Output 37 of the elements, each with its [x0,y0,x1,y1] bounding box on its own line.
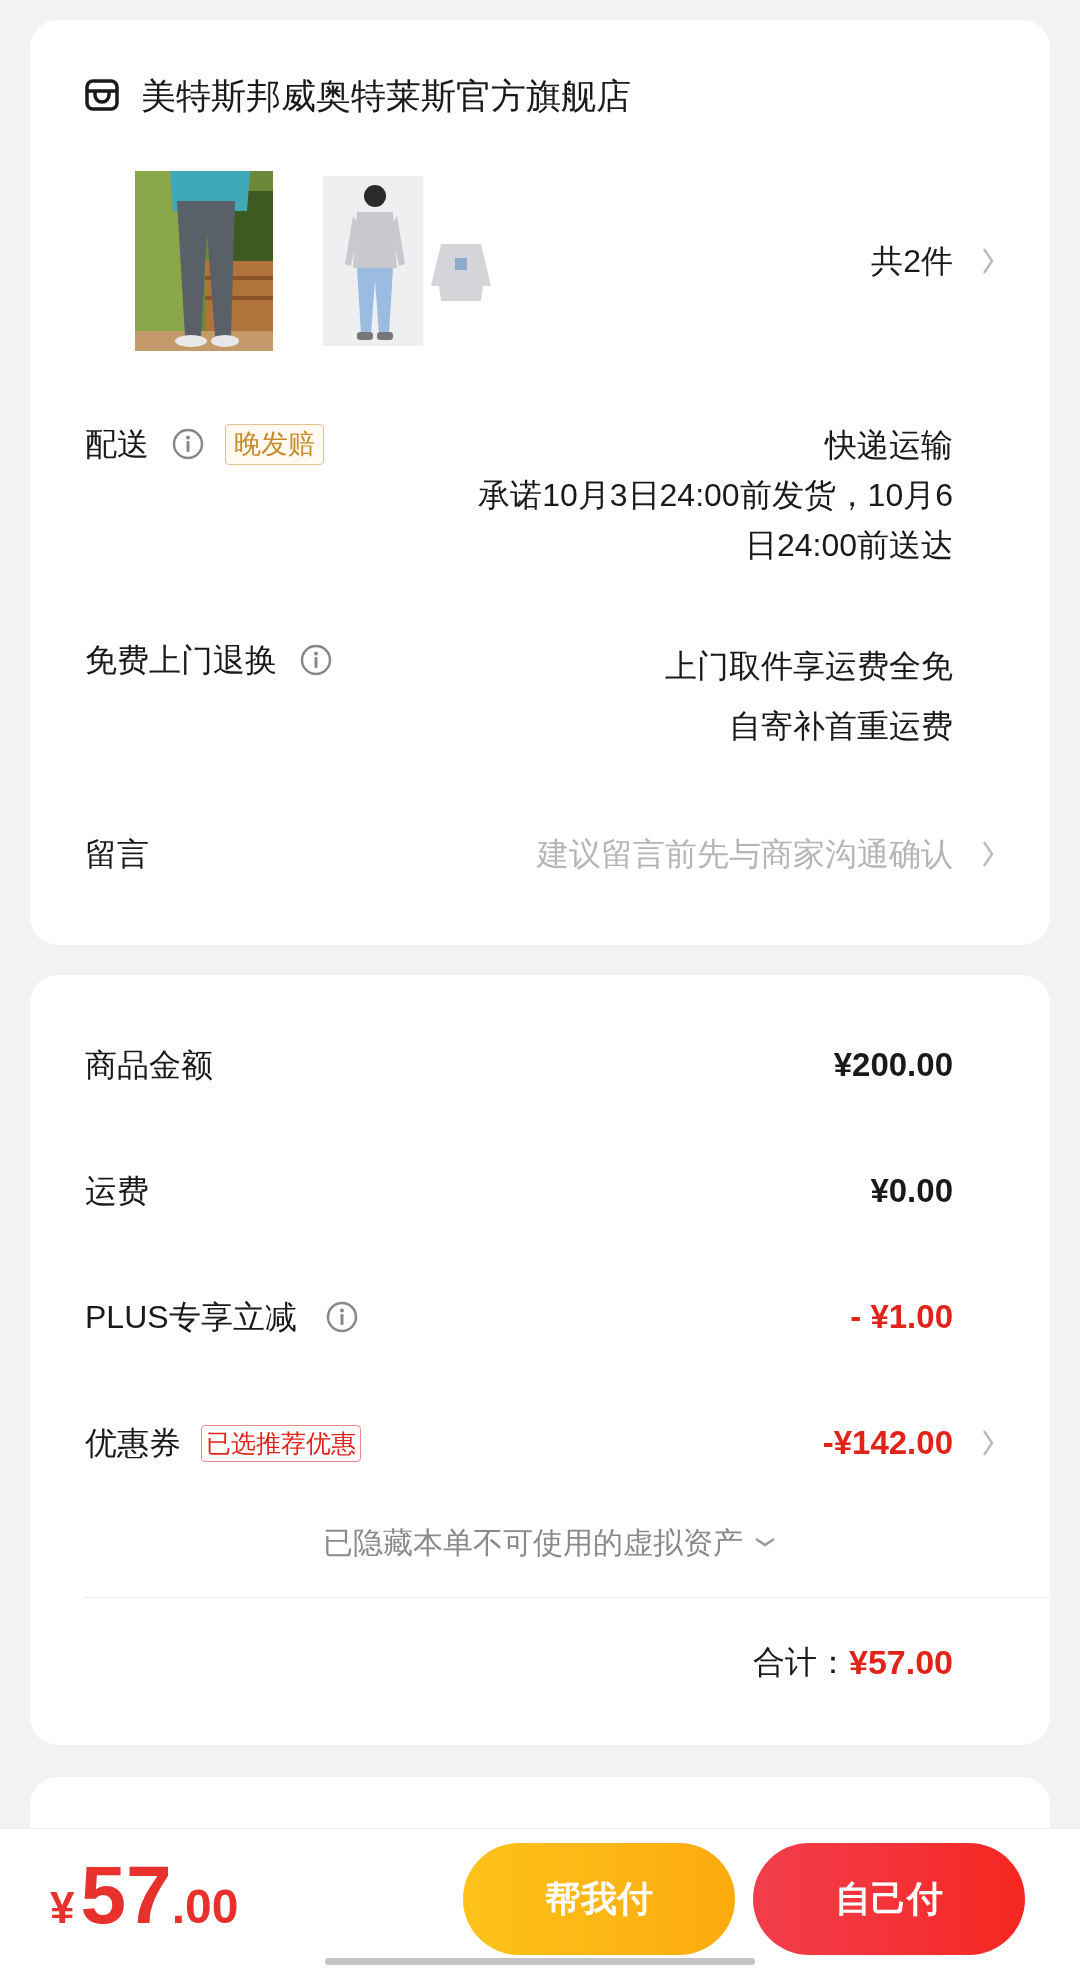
info-icon[interactable] [299,643,333,677]
row-label: 运费 [85,1172,149,1211]
chevron-right-icon[interactable] [981,1428,995,1458]
pay-button[interactable]: 自己付 [753,1842,1025,1955]
row-label: 配送 [85,425,149,464]
product-list[interactable]: 共2件 [85,168,995,354]
row-value: 日24:00前送达 [744,526,953,565]
row-value: 快递运输 [825,426,953,465]
store-name[interactable]: 美特斯邦威奥特莱斯官方旗舰店 [141,77,631,113]
price-integer: 57 [80,1854,172,1936]
hidden-assets-toggle[interactable]: 已隐藏本单不可使用的虚拟资产 [30,1517,1050,1567]
row-label: PLUS专享立减 [85,1298,297,1337]
row-label: 优惠券 [85,1424,181,1463]
row-label: 商品金额 [85,1046,213,1085]
amount-value: ¥0.00 [870,1171,953,1212]
row-value: 自寄补首重运费 [729,707,953,746]
amount-value: ¥200.00 [833,1045,953,1086]
chevron-right-icon[interactable] [981,246,995,276]
row-value: 承诺10月3日24:00前发货，10月6 [478,476,953,515]
late-compensation-tag: 晚发赔 [225,423,324,465]
price-currency: ¥ [50,1882,75,1934]
home-indicator[interactable] [325,1958,755,1965]
info-icon[interactable] [171,427,205,461]
total-label: 合计： [753,1643,849,1682]
price-decimal: .00 [171,1879,239,1935]
total-value: ¥57.00 [849,1641,953,1683]
message-field[interactable]: 建议留言前先与商家沟通确认 [393,830,953,878]
chevron-right-icon[interactable] [981,839,995,869]
amount-value: - ¥1.00 [850,1297,953,1338]
item-count: 共2件 [871,242,953,281]
row-label: 留言 [85,835,149,874]
info-icon[interactable] [324,1300,359,1334]
amount-value: -¥142.00 [822,1423,953,1464]
row-label: 免费上门退换 [85,641,277,680]
row-value: 上门取件享运费全免 [665,647,953,686]
coupon-tag: 已选推荐优惠 [201,1424,361,1462]
store-icon [85,79,119,111]
